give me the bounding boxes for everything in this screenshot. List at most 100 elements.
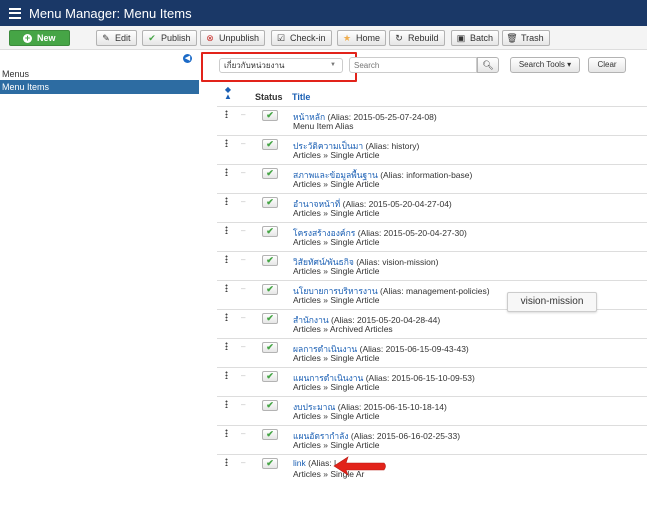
table-row: – ✔ โครงสร้างองค์กร (Alias: 2015-05-20-04-…: [217, 222, 647, 251]
toolbar: + New ✎ Edit ✔ Publish ⊗ Unpublish ☑ Check-in…: [0, 26, 647, 50]
order-dash: –: [241, 197, 246, 206]
drag-handle-icon[interactable]: [225, 197, 228, 205]
item-type: Articles » Single Article: [293, 237, 380, 247]
drag-handle-icon[interactable]: [225, 255, 228, 263]
item-type: Articles » Single Article: [293, 179, 380, 189]
published-status-toggle[interactable]: ✔: [262, 197, 278, 208]
order-dash: –: [241, 139, 246, 148]
order-dash: –: [241, 313, 246, 322]
menu-filter-select[interactable]: เกี่ยวกับหน่วยงาน ▼: [219, 58, 343, 73]
title-column-header[interactable]: Title: [292, 92, 310, 102]
published-status-toggle[interactable]: ✔: [262, 371, 278, 382]
published-status-toggle[interactable]: ✔: [262, 342, 278, 353]
table-row: – ✔ งบประมาณ (Alias: 2015-06-15-10-18-14) A…: [217, 396, 647, 425]
item-alias: (Alias: information-base): [380, 170, 473, 180]
filter-bar: เกี่ยวกับหน่วยงาน ▼ 🔍︎ Search Tools ▾ Cl…: [199, 50, 647, 90]
drag-handle-icon[interactable]: [225, 139, 228, 147]
refresh-icon: ↻: [395, 32, 403, 43]
search-input[interactable]: [349, 57, 477, 73]
search-button[interactable]: 🔍︎: [477, 57, 499, 73]
red-arrow-icon: [333, 456, 386, 476]
status-column-header[interactable]: Status: [255, 92, 283, 102]
order-dash: –: [241, 458, 246, 467]
order-dash: –: [241, 168, 246, 177]
published-status-toggle[interactable]: ✔: [262, 255, 278, 266]
item-type: Articles » Single Article: [293, 208, 380, 218]
drag-handle-icon[interactable]: [225, 284, 228, 292]
published-status-toggle[interactable]: ✔: [262, 110, 278, 121]
checkbox-icon: ☑: [276, 32, 286, 43]
edit-button[interactable]: ✎ Edit: [96, 30, 137, 46]
drag-handle-icon[interactable]: [225, 168, 228, 176]
published-status-toggle[interactable]: ✔: [262, 429, 278, 440]
item-type: Articles » Single Article: [293, 440, 380, 450]
table-row: – ✔ วิสัยทัศน์/พันธกิจ (Alias: vision-miss…: [217, 251, 647, 280]
new-button[interactable]: + New: [9, 30, 70, 46]
drag-handle-icon[interactable]: [225, 400, 228, 408]
published-status-toggle[interactable]: ✔: [262, 458, 278, 469]
unpublish-icon: ⊗: [206, 32, 214, 43]
sidebar-item-menu-items[interactable]: Menu Items: [0, 80, 199, 94]
home-button[interactable]: ★ Home: [337, 30, 387, 46]
drag-handle-icon[interactable]: [225, 371, 228, 379]
item-type: Articles » Single Article: [293, 266, 380, 276]
unpublish-button[interactable]: ⊗ Unpublish: [200, 30, 266, 46]
item-alias: (Alias: management-policies): [380, 286, 490, 296]
order-dash: –: [241, 429, 246, 438]
sidebar-item-menus[interactable]: Menus: [0, 67, 199, 81]
caret-down-icon: ▼: [330, 62, 336, 68]
published-status-toggle[interactable]: ✔: [262, 226, 278, 237]
order-dash: –: [241, 342, 246, 351]
plus-icon: +: [23, 32, 32, 43]
sort-order-icon[interactable]: ◆ ▲: [224, 86, 232, 101]
order-dash: –: [241, 284, 246, 293]
drag-handle-icon[interactable]: [225, 313, 228, 321]
published-status-toggle[interactable]: ✔: [262, 168, 278, 179]
row-title-line: link (Alias: l: [293, 458, 336, 468]
table-row: – ✔ แผนการดำเนินงาน (Alias: 2015-06-15-10-…: [217, 367, 647, 396]
drag-handle-icon[interactable]: [225, 458, 228, 466]
item-type: Articles » Single Article: [293, 353, 380, 363]
published-status-toggle[interactable]: ✔: [262, 313, 278, 324]
drag-handle-icon[interactable]: [225, 342, 228, 350]
order-dash: –: [241, 400, 246, 409]
table-row: – ✔ ประวัติความเป็นมา (Alias: history) Arti…: [217, 135, 647, 164]
batch-button[interactable]: ▣ Batch: [451, 30, 500, 46]
search-tools-button[interactable]: Search Tools ▾: [510, 57, 580, 73]
item-type: Articles » Single Article: [293, 150, 380, 160]
item-alias: (Alias: 2015-06-15-10-09-53): [365, 373, 475, 383]
item-type: Articles » Archived Articles: [293, 324, 393, 334]
item-title-link[interactable]: link: [293, 458, 306, 468]
app-header: Menu Manager: Menu Items: [0, 0, 647, 26]
batch-icon: ▣: [456, 32, 466, 43]
star-icon: ★: [342, 32, 352, 43]
search-icon: 🔍︎: [482, 60, 494, 70]
table-row: – ✔ สภาพและข้อมูลพื้นฐาน (Alias: informati…: [217, 164, 647, 193]
published-status-toggle[interactable]: ✔: [262, 139, 278, 150]
drag-handle-icon[interactable]: [225, 429, 228, 437]
checkin-button[interactable]: ☑ Check-in: [271, 30, 332, 46]
table-row: – ✔ หน้าหลัก (Alias: 2015-05-25-07-24-08) M…: [217, 106, 647, 135]
item-type: Articles » Single Article: [293, 382, 380, 392]
trash-button[interactable]: 🗑 Trash: [502, 30, 550, 46]
drag-handle-icon[interactable]: [225, 110, 228, 118]
publish-button[interactable]: ✔ Publish: [142, 30, 197, 46]
table-row: – ✔ สำนักงาน (Alias: 2015-05-20-04-28-44) A…: [217, 309, 647, 338]
table-header: ◆ ▲ Status Title: [217, 86, 647, 106]
rebuild-button[interactable]: ↻ Rebuild: [389, 30, 445, 46]
page-title: Menu Manager: Menu Items: [29, 5, 192, 21]
edit-icon: ✎: [102, 32, 110, 43]
item-type: Articles » Single Article: [293, 411, 380, 421]
item-type: Menu Item Alias: [293, 121, 354, 131]
collapse-sidebar-icon[interactable]: ◀: [183, 54, 192, 63]
order-dash: –: [241, 110, 246, 119]
table-row: – ✔ link (Alias: l Articles » Single Ar: [217, 454, 647, 483]
published-status-toggle[interactable]: ✔: [262, 284, 278, 295]
clear-button[interactable]: Clear: [588, 57, 626, 73]
order-dash: –: [241, 255, 246, 264]
drag-handle-icon[interactable]: [225, 226, 228, 234]
item-type: Articles » Single Article: [293, 295, 380, 305]
trash-icon: 🗑: [506, 32, 518, 43]
published-status-toggle[interactable]: ✔: [262, 400, 278, 411]
sidebar: ◀ Menus Menu Items: [0, 50, 199, 519]
